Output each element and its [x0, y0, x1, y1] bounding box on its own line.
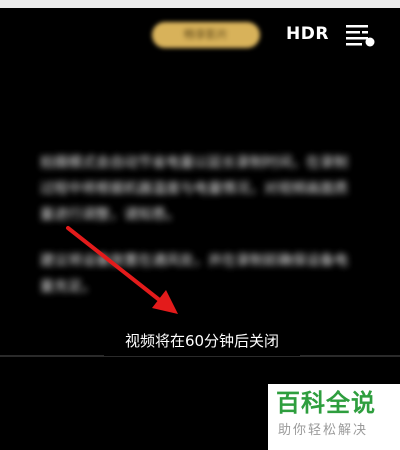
watermark-subtitle: 助你轻松解决 [278, 423, 369, 438]
status-strip [0, 0, 400, 8]
red-arrow-icon [66, 226, 178, 314]
camera-screen: 畅享影片 HDR 拍摄模式会自动节省电量以延长录制时间，在录制过程中将根据机器温… [0, 0, 400, 450]
mode-pill-button[interactable]: 畅享影片 [152, 22, 260, 48]
watermark-logo: 百科全说 助你轻松解决 [268, 384, 400, 450]
timer-toast: 视频将在60分钟后关闭 [104, 326, 300, 356]
settings-sliders-icon[interactable] [342, 22, 378, 50]
watermark-title: 百科全说 [276, 389, 376, 417]
mode-pill-label: 畅享影片 [184, 28, 228, 41]
notice-paragraph-1: 拍摄模式会自动节省电量以延长录制时间，在录制过程中将根据机器温度与电量情况，对视… [40, 155, 348, 223]
hdr-toggle[interactable]: HDR [286, 24, 329, 44]
